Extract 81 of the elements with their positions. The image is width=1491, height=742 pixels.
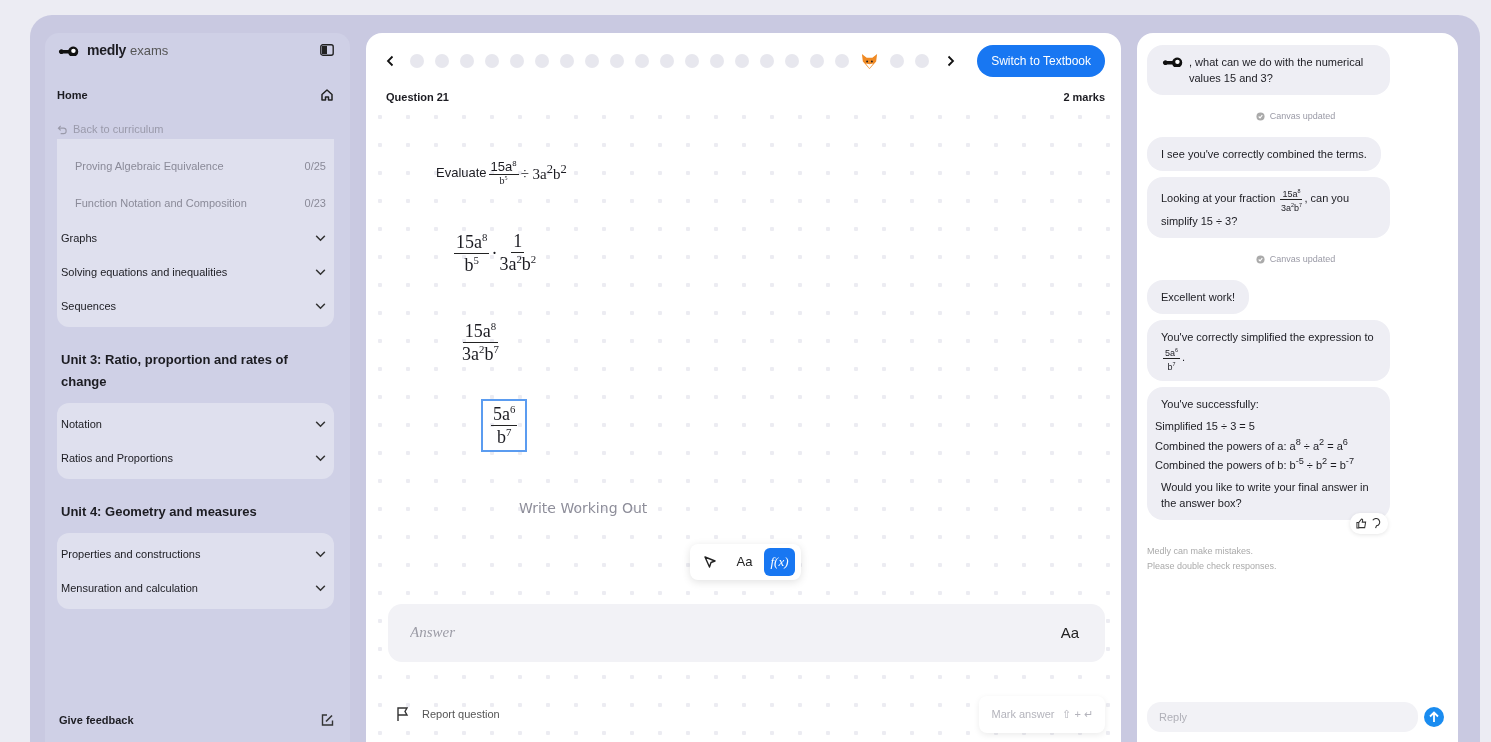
progress-count: 0/23 [304, 196, 326, 209]
check-icon [1255, 254, 1265, 264]
progress-dot[interactable] [710, 54, 724, 68]
message-text: I see you've correctly combined the terms. [1161, 147, 1367, 162]
progress-dot[interactable] [560, 54, 574, 68]
feedback-link[interactable]: Give feedback [59, 714, 134, 726]
topic-link[interactable]: Ratios and Proportions [61, 452, 173, 464]
marks-label: 2 marks [1063, 91, 1105, 103]
chevron-down-icon[interactable] [315, 302, 326, 310]
progress-dot[interactable] [410, 54, 424, 68]
text-tool[interactable]: Aa [730, 547, 759, 576]
progress-dot[interactable] [485, 54, 499, 68]
topic-link[interactable]: Notation [61, 418, 102, 430]
message-text: Looking at your fraction 15a$^{8}$ 3a$^{2}$b$^{7}$ , can you simplify 15 ÷ 3? [1161, 186, 1351, 229]
progress-dot[interactable] [510, 54, 524, 68]
sidebar-toggle-icon[interactable] [320, 44, 334, 56]
math-expression[interactable]: 15a$^{8}$ 3a$^{2}$b$^{7}$ [460, 319, 501, 365]
topic-link[interactable]: Properties and constructions [61, 548, 201, 560]
brand-name: medly [87, 42, 126, 58]
topic-link[interactable]: Sequences [61, 300, 117, 312]
topic-link[interactable]: Solving equations and inequalities [61, 266, 228, 278]
message-text: , what can we do with the numerical values 15 and 3? [1189, 55, 1365, 86]
disclaimer-text: Medly can make mistakes. [1147, 545, 1255, 559]
progress-dot[interactable] [760, 54, 774, 68]
unit-heading: Unit 4: Geometry and measures [60, 503, 258, 521]
chevron-down-icon[interactable] [315, 420, 326, 428]
fox-icon[interactable] [860, 51, 879, 71]
progress-dot[interactable] [610, 54, 624, 68]
chevron-left-icon[interactable] [386, 55, 394, 67]
check-icon [1255, 111, 1265, 121]
message-text: You've correctly simplified the expression to 5a$^{6}$ b$^{7}$ . [1161, 330, 1375, 372]
switch-button[interactable]: Switch to Textbook [977, 45, 1105, 77]
question-title: Question 21 [386, 91, 449, 103]
math-tool[interactable]: f(x) [764, 547, 795, 576]
report-link[interactable]: Report question [422, 708, 500, 721]
progress-dot[interactable] [810, 54, 824, 68]
message-text: You've successfully: [1161, 397, 1260, 412]
message-text: Excellent work! [1161, 290, 1235, 305]
progress-dot[interactable] [585, 54, 599, 68]
flag-icon[interactable] [396, 706, 410, 723]
chevron-down-icon[interactable] [315, 584, 326, 592]
progress-dot[interactable] [835, 54, 849, 68]
progress-dot[interactable] [660, 54, 674, 68]
unit-heading: Unit 3: Ratio, proportion and rates of change [60, 351, 289, 391]
topic-link[interactable]: Mensuration and calculation [61, 582, 198, 594]
progress-dot[interactable] [535, 54, 549, 68]
chevron-down-icon[interactable] [315, 234, 326, 242]
message-text: Combined the powers of a: a$^{8}$ ÷ a$^{2}$ = a$^{6}$ [1155, 436, 1349, 454]
chevron-down-icon[interactable] [315, 268, 326, 276]
disclaimer-text: Please double check responses. [1147, 560, 1278, 574]
progress-dot[interactable] [785, 54, 799, 68]
home-icon[interactable] [320, 88, 334, 102]
reply-field[interactable]: Reply [1147, 702, 1418, 732]
undo-icon[interactable] [57, 123, 68, 135]
status-text: Canvas updated [1269, 254, 1336, 264]
progress-dot[interactable] [685, 54, 699, 68]
home-link[interactable]: Home [57, 89, 88, 101]
message-text: Simplified 15 ÷ 3 = 5 [1155, 419, 1256, 434]
text-mode-button[interactable]: Aa [1054, 623, 1085, 643]
message-text: Would you like to write your final answer in the answer box? [1161, 480, 1370, 512]
chevron-down-icon[interactable] [315, 550, 326, 558]
progress-dot[interactable] [435, 54, 449, 68]
edit-icon[interactable] [320, 713, 334, 727]
working-out-field[interactable]: Write Working Out [519, 497, 689, 518]
chevron-down-icon[interactable] [315, 454, 326, 462]
status-text: Canvas updated [1269, 111, 1336, 121]
progress-dot[interactable] [915, 54, 929, 68]
progress-dot[interactable] [635, 54, 649, 68]
topic-link[interactable]: Graphs [61, 232, 98, 244]
send-button[interactable] [1424, 707, 1444, 727]
pointer-icon [703, 554, 718, 569]
selected-expression[interactable]: 5a$^{6}$ b$^{7}$ [481, 398, 528, 452]
brand-suffix: exams [129, 42, 169, 58]
progress-dot[interactable] [460, 54, 474, 68]
message-text: Combined the powers of b: b$^{-5}$ ÷ b$^{2}$ = b$^{-7}$ [1155, 455, 1355, 474]
progress-dot[interactable] [890, 54, 904, 68]
answer-field[interactable]: Answer Aa [388, 603, 1105, 662]
thumbs-up-icon[interactable] [1356, 518, 1367, 530]
progress-count: 0/25 [304, 159, 326, 172]
chevron-right-icon[interactable] [947, 55, 956, 67]
progress-dot[interactable] [735, 54, 749, 68]
